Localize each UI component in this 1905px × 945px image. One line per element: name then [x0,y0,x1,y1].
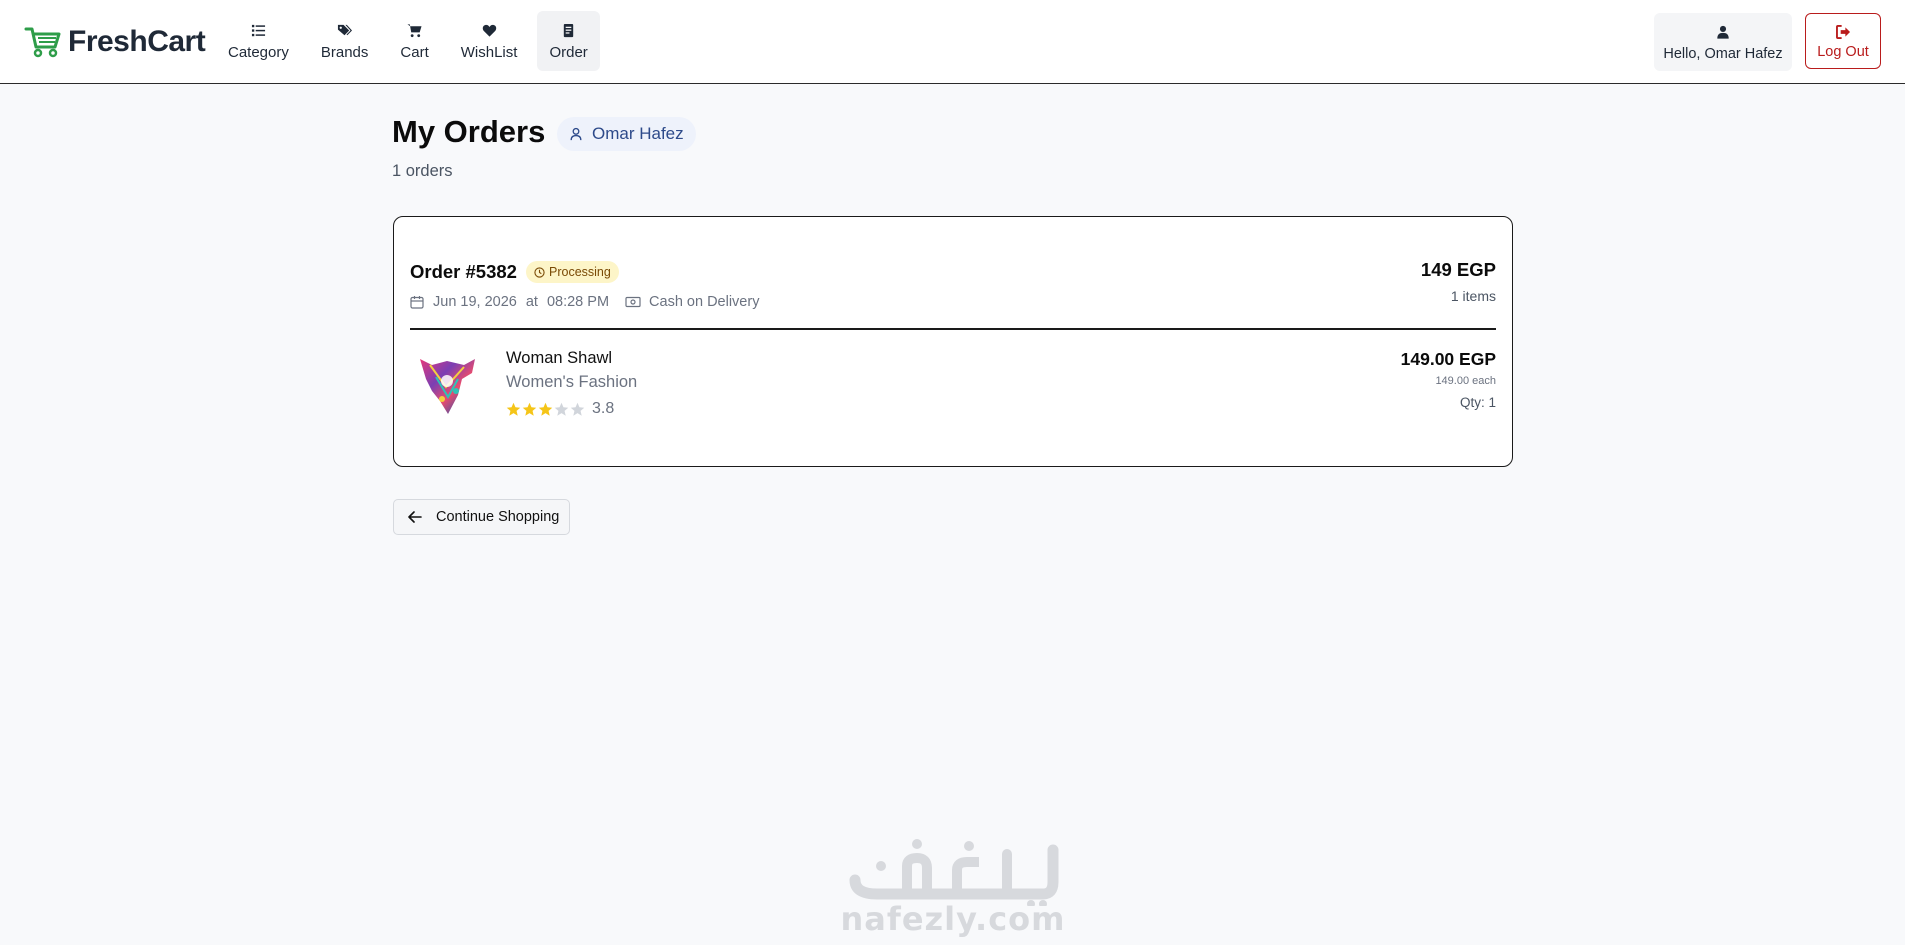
payment-text: Cash on Delivery [649,294,760,310]
watermark-domain: nafezly.com [840,900,1066,938]
calendar-icon [410,296,424,309]
user-chip-name: Omar Hafez [592,124,684,143]
payment-method: Cash on Delivery [625,294,759,310]
product-category: Women's Fashion [506,373,638,391]
brand-logo[interactable]: FreshCart [24,22,206,62]
nav-item-label: Cart [400,44,429,61]
watermark-arabic-logo [849,839,1059,906]
status-badge: Processing [526,261,619,283]
watermark-logo: nafezly.com [841,836,1064,945]
nav-item-brands[interactable]: Brands [309,11,381,71]
order-total: 149 EGP [1420,259,1496,280]
nav-item-wishlist[interactable]: WishList [449,11,530,71]
continue-shopping-button[interactable]: Continue Shopping [393,499,570,535]
continue-shopping-label: Continue Shopping [436,509,560,525]
nav-item-label: Order [549,44,588,61]
order-time: 08:28 PM [546,294,610,310]
quantity: Qty: 1 [1459,395,1496,410]
clock-icon [534,266,545,278]
page-title: My Orders [392,114,546,149]
order-count: 1 orders [392,162,453,180]
product-rating: 3.8 [506,400,614,418]
user-icon [1716,23,1730,41]
user-chip: Omar Hafez [557,117,696,151]
order-items-count: 1 items [1450,288,1496,304]
nav-item-label: Brands [320,44,369,61]
order-card: Order #5382 Processing Jun 19, 2026 at 0… [393,216,1513,467]
brand-name: FreshCart [68,25,206,58]
star-empty-icon [554,402,569,416]
tags-icon [337,21,353,39]
logout-button[interactable]: Log Out [1805,13,1881,69]
each-price: 149.00 each [1435,375,1496,387]
nav-item-label: WishList [460,44,518,61]
heart-icon [482,21,497,39]
list-icon [251,21,266,39]
logout-label: Log Out [1817,43,1869,60]
cart-logo-icon [24,27,61,58]
star-filled-icon [538,402,553,416]
money-icon [625,296,641,308]
star-empty-icon [570,402,585,416]
order-date: Jun 19, 2026 [433,294,517,310]
divider [410,328,1496,330]
order-at: at [525,294,538,310]
arrow-left-icon [408,511,422,523]
user-outline-icon [570,127,582,141]
order-id: Order #5382 [410,261,517,282]
nav-item-order[interactable]: Order [537,11,600,71]
status-text: Processing [549,265,611,279]
nav-item-label: Category [228,44,289,61]
cart-icon [407,21,422,39]
receipt-icon [561,21,576,39]
rating-value: 3.8 [592,400,615,417]
star-filled-icon [506,402,521,416]
product-image[interactable] [412,351,482,421]
product-name[interactable]: Woman Shawl [506,349,612,368]
nav-links: Category Brands Cart WishList Order [216,11,608,71]
line-price: 149.00 EGP [1400,349,1496,369]
greeting-text: Hello, Omar Hafez [1663,45,1783,62]
sign-out-icon [1835,23,1851,41]
order-meta: Jun 19, 2026 at 08:28 PM Cash on Deliver… [410,294,759,310]
nav-item-cart[interactable]: Cart [388,11,440,71]
user-greeting[interactable]: Hello, Omar Hafez [1654,13,1792,71]
star-filled-icon [522,402,537,416]
nav-item-category[interactable]: Category [216,11,301,71]
navbar: FreshCart Category Brands Cart WishList [0,0,1905,84]
